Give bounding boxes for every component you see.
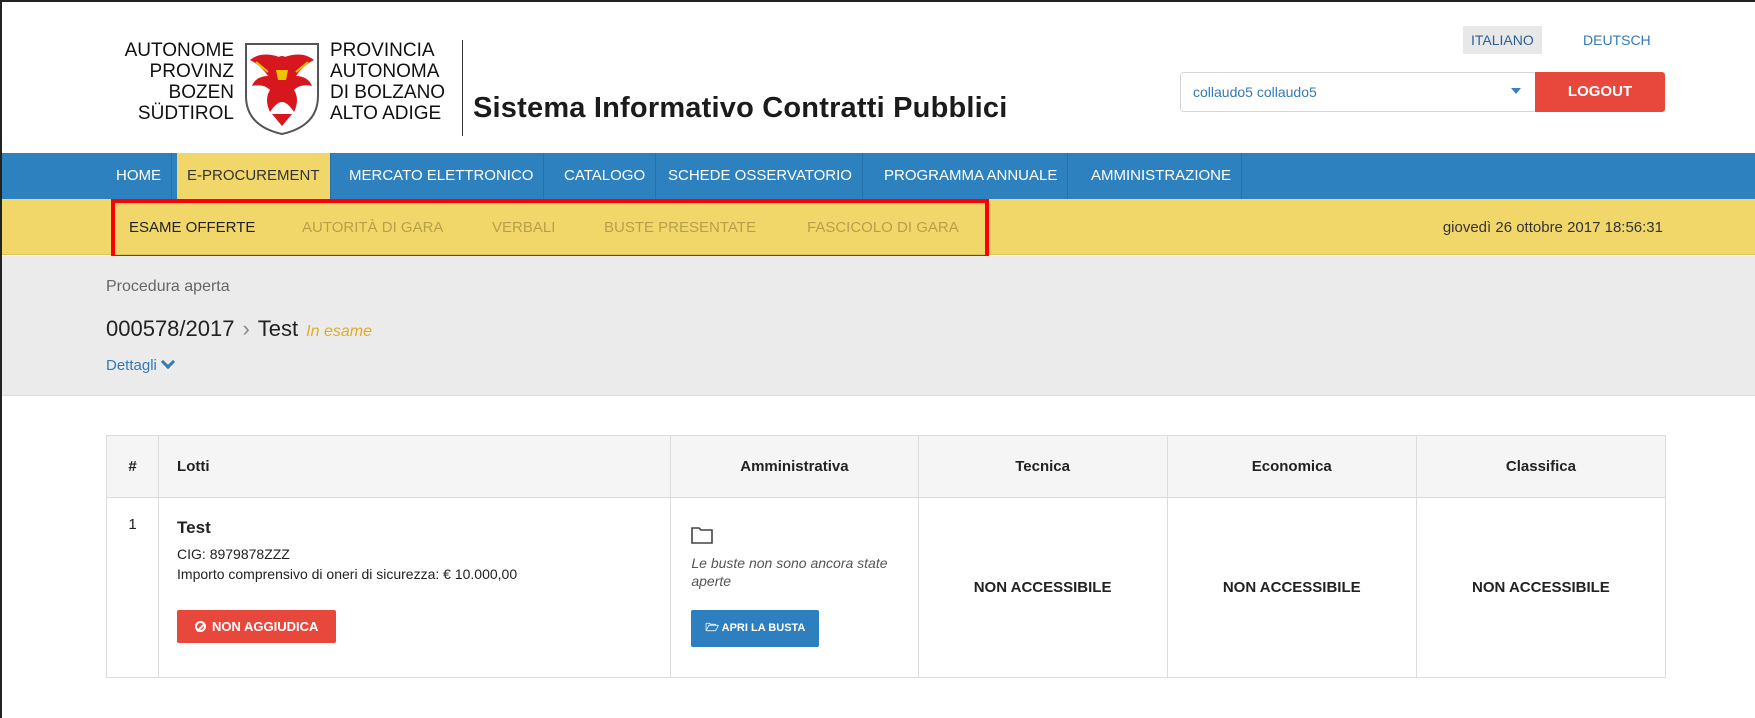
screenshot-frame: [0, 0, 1755, 718]
